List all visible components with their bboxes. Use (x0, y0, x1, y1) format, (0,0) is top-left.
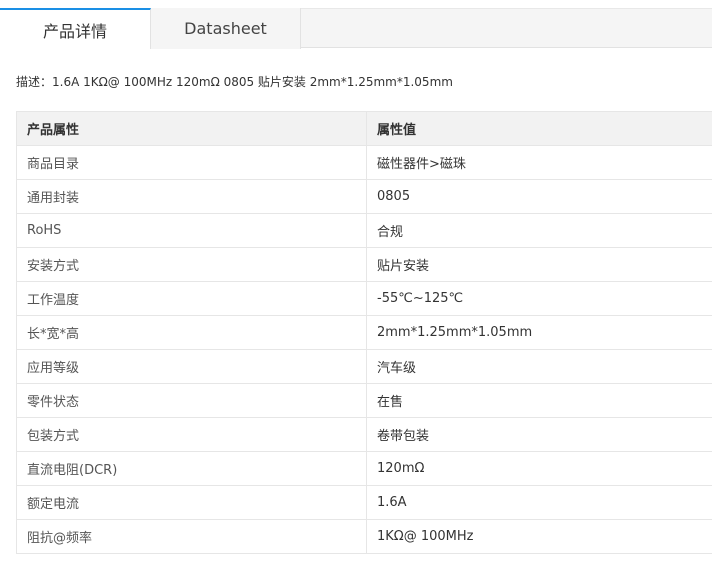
column-header-attribute: 产品属性 (16, 111, 367, 146)
property-table: 产品属性 属性值 商品目录 磁性器件>磁珠 通用封装 0805 RoHS 合规 安装方式 贴片… (16, 111, 712, 554)
tab-product-details[interactable]: 产品详情 (0, 8, 151, 49)
attribute-name: 工作温度 (16, 281, 367, 316)
attribute-name: 商品目录 (16, 145, 367, 180)
table-row: 商品目录 磁性器件>磁珠 (16, 145, 712, 180)
attribute-value: 卷带包装 (366, 417, 712, 452)
table-body: 商品目录 磁性器件>磁珠 通用封装 0805 RoHS 合规 安装方式 贴片安装 工作温度 -55… (16, 145, 712, 554)
table-row: 长*宽*高 2mm*1.25mm*1.05mm (16, 315, 712, 350)
attribute-name: 安装方式 (16, 247, 367, 282)
table-row: 安装方式 贴片安装 (16, 247, 712, 282)
attribute-name: RoHS (16, 213, 367, 248)
attribute-name: 直流电阻(DCR) (16, 451, 367, 486)
table-row: 额定电流 1.6A (16, 485, 712, 520)
product-detail-page: 产品详情 Datasheet 描述：1.6A 1KΩ@ 100MHz 120mΩ… (0, 0, 712, 574)
attribute-value: 贴片安装 (366, 247, 712, 282)
attribute-name: 包装方式 (16, 417, 367, 452)
attribute-value: 在售 (366, 383, 712, 418)
attribute-name: 额定电流 (16, 485, 367, 520)
attribute-name: 应用等级 (16, 349, 367, 384)
attribute-value: 1KΩ@ 100MHz (366, 519, 712, 554)
column-header-value: 属性值 (366, 111, 712, 146)
table-row: 工作温度 -55℃~125℃ (16, 281, 712, 316)
table-row: 直流电阻(DCR) 120mΩ (16, 451, 712, 486)
tab-bar: 产品详情 Datasheet (0, 8, 712, 49)
attribute-name: 长*宽*高 (16, 315, 367, 350)
table-row: 包装方式 卷带包装 (16, 417, 712, 452)
table-row: 通用封装 0805 (16, 179, 712, 214)
attribute-value: 磁性器件>磁珠 (366, 145, 712, 180)
attribute-value: 0805 (366, 179, 712, 214)
attribute-name: 零件状态 (16, 383, 367, 418)
attribute-value: 1.6A (366, 485, 712, 520)
attribute-value: 120mΩ (366, 451, 712, 486)
attribute-value: 合规 (366, 213, 712, 248)
attribute-value: 汽车级 (366, 349, 712, 384)
product-description: 描述：1.6A 1KΩ@ 100MHz 120mΩ 0805 贴片安装 2mm*… (16, 75, 453, 89)
table-row: 应用等级 汽车级 (16, 349, 712, 384)
table-row: 零件状态 在售 (16, 383, 712, 418)
attribute-name: 通用封装 (16, 179, 367, 214)
table-header-row: 产品属性 属性值 (16, 111, 712, 146)
attribute-value: -55℃~125℃ (366, 281, 712, 316)
attribute-value: 2mm*1.25mm*1.05mm (366, 315, 712, 350)
tab-datasheet[interactable]: Datasheet (151, 8, 301, 49)
table-row: RoHS 合规 (16, 213, 712, 248)
attribute-name: 阻抗@频率 (16, 519, 367, 554)
table-row: 阻抗@频率 1KΩ@ 100MHz (16, 519, 712, 554)
